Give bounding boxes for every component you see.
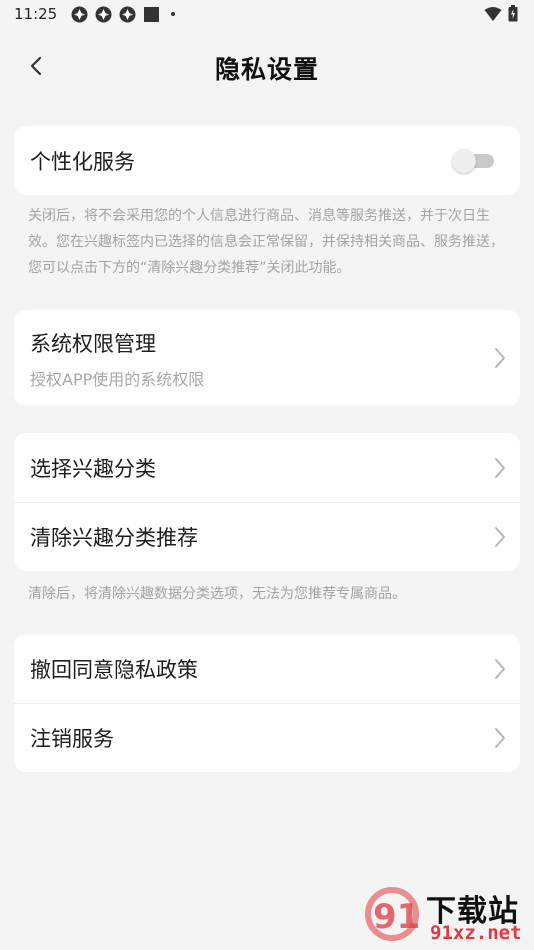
system-permission-row[interactable]: 系统权限管理 授权APP使用的系统权限	[14, 310, 520, 406]
svg-text:91: 91	[373, 897, 420, 937]
interest-note: 清除后，将清除兴趣数据分类选项，无法为您推荐专属商品。	[28, 586, 406, 602]
nav-bar: 隐私设置	[0, 38, 534, 94]
dot-icon	[171, 12, 176, 16]
square-icon	[143, 6, 160, 23]
chevron-right-icon	[495, 527, 505, 547]
watermark-logo: 91 下载站 91xz.net	[364, 884, 532, 948]
status-notification-icons	[71, 6, 176, 23]
notification-icon	[95, 6, 112, 23]
chevron-right-icon	[495, 658, 505, 679]
withdraw-consent-label: 撤回同意隐私政策	[30, 657, 198, 682]
personalized-service-row: 个性化服务	[14, 126, 520, 195]
cancel-service-row[interactable]: 注销服务	[14, 703, 520, 772]
status-bar: 11:25	[0, 0, 534, 28]
system-permission-card: 系统权限管理 授权APP使用的系统权限	[14, 310, 520, 406]
system-permission-subtitle: 授权APP使用的系统权限	[30, 370, 205, 389]
personalized-service-card: 个性化服务	[14, 126, 520, 195]
personalized-service-label: 个性化服务	[30, 149, 135, 174]
notification-icon	[119, 6, 136, 23]
chevron-right-icon	[495, 457, 505, 478]
personalized-service-note: 关闭后，将不会采用您的个人信息进行商品、消息等服务推送，并于次日生效。您在兴趣标…	[28, 208, 504, 276]
chevron-right-icon	[495, 348, 505, 368]
select-interest-row[interactable]: 选择兴趣分类	[14, 433, 520, 502]
status-time: 11:25	[14, 5, 58, 23]
chevron-right-icon	[495, 728, 505, 748]
page-title: 隐私设置	[214, 55, 319, 84]
notification-icon	[71, 6, 88, 23]
battery-icon	[508, 5, 518, 26]
account-card: 撤回同意隐私政策 注销服务	[14, 634, 520, 772]
clear-interest-label: 清除兴趣分类推荐	[30, 526, 198, 550]
watermark-mark-icon: 91	[365, 887, 420, 941]
toggle-knob	[452, 148, 476, 173]
watermark-url: 91xz.net	[430, 922, 522, 944]
interest-card: 选择兴趣分类 清除兴趣分类推荐	[14, 433, 520, 571]
withdraw-consent-row[interactable]: 撤回同意隐私政策	[14, 634, 520, 703]
select-interest-label: 选择兴趣分类	[30, 456, 156, 481]
wifi-icon	[484, 6, 502, 26]
status-system-icons	[484, 5, 518, 26]
system-permission-title: 系统权限管理	[30, 332, 156, 356]
personalized-service-toggle[interactable]	[452, 148, 494, 173]
cancel-service-label: 注销服务	[30, 727, 114, 751]
clear-interest-row[interactable]: 清除兴趣分类推荐	[14, 502, 520, 571]
